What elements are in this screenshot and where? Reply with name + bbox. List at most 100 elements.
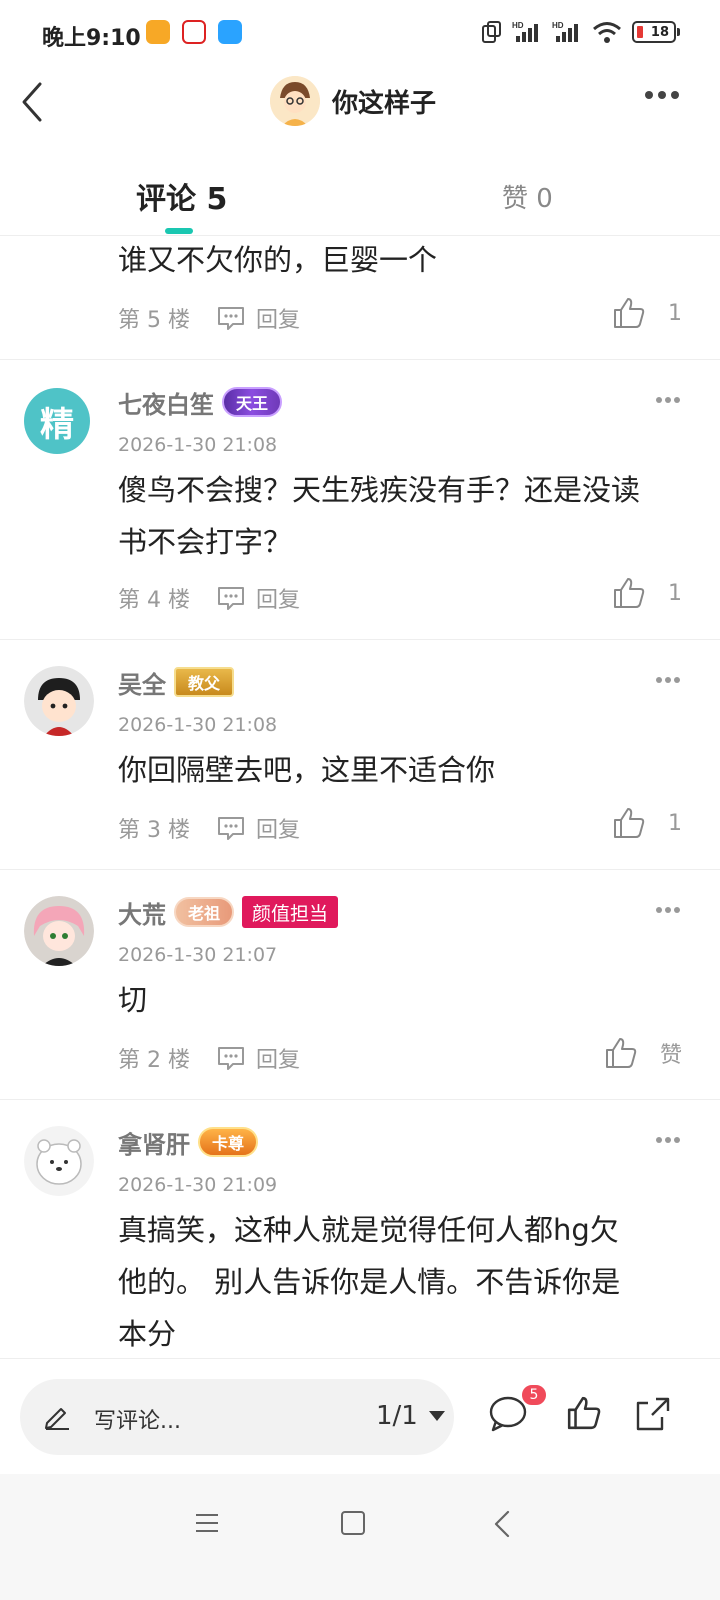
- avatar[interactable]: [24, 896, 94, 966]
- comment-time: 2026-1-30 21:08: [118, 434, 278, 456]
- avatar-text: 精: [40, 404, 74, 445]
- comment-toolbar: 写评论... 1/1 5: [0, 1358, 720, 1474]
- comment-more-icon[interactable]: [656, 1136, 680, 1144]
- comment-placeholder: 写评论...: [94, 1409, 181, 1434]
- comment-more-icon[interactable]: [656, 906, 680, 914]
- comment-text: 真搞笑，这种人就是觉得任何人都hg欠 他的。 别人告诉你是人情。不告诉你是 本分: [118, 1213, 621, 1351]
- comment-item: 谁又不欠你的，巨婴一个 第 5 楼 回复 1: [0, 236, 720, 360]
- game-app-icon: [182, 20, 206, 44]
- author-avatar[interactable]: [270, 76, 320, 126]
- rotate-icon: [482, 21, 501, 43]
- more-icon[interactable]: [644, 90, 680, 100]
- reply-icon: [217, 817, 244, 840]
- thumbs-up-icon[interactable]: [566, 1395, 602, 1431]
- signal-icon: HD: [552, 21, 578, 42]
- like-count: 1: [668, 300, 682, 326]
- reply-label: 回复: [255, 308, 300, 333]
- caret-down-icon: [428, 1411, 445, 1421]
- username[interactable]: 大荒: [118, 895, 166, 930]
- comment-item: 拿肾肝 卡尊 2026-1-30 21:09 真搞笑，这种人就是觉得任何人都hg…: [0, 1100, 720, 1358]
- comment-text: 切: [118, 983, 148, 1017]
- comment-footer: 第 5 楼 回复: [118, 302, 300, 334]
- tab-comments[interactable]: 评论 5: [136, 174, 227, 218]
- avatar[interactable]: [24, 666, 94, 736]
- comment-input[interactable]: 写评论... 1/1: [20, 1379, 454, 1455]
- reply-label: 回复: [255, 1048, 300, 1073]
- status-app-icons: [146, 20, 242, 44]
- avatar[interactable]: 精: [24, 388, 90, 454]
- like-button[interactable]: 1: [612, 576, 682, 610]
- comment-count-badge: 5: [520, 1383, 548, 1407]
- reply-label: 回复: [255, 588, 300, 613]
- username[interactable]: 拿肾肝: [118, 1125, 190, 1160]
- username[interactable]: 七夜白笙: [118, 385, 214, 420]
- level-badge: 卡尊: [198, 1127, 259, 1157]
- comment-list[interactable]: 谁又不欠你的，巨婴一个 第 5 楼 回复 1 精 七夜白笙 天王 2026-1-…: [0, 236, 720, 1358]
- thumbs-up-icon: [605, 1038, 637, 1068]
- like-button[interactable]: 赞: [604, 1036, 682, 1070]
- honor-tag: 颜值担当: [242, 896, 339, 928]
- status-time: 晚上9:10: [42, 26, 141, 51]
- battery-icon: 18: [632, 21, 680, 43]
- thumbs-up-icon: [614, 578, 645, 608]
- reply-icon: [217, 1047, 244, 1070]
- tab-indicator: [165, 228, 193, 234]
- comment-item: 吴全 教父 2026-1-30 21:08 你回隔壁去吧，这里不适合你 第 3 …: [0, 640, 720, 870]
- comment-time: 2026-1-30 21:09: [118, 1174, 278, 1196]
- system-nav-bar: [0, 1474, 720, 1600]
- comment-time: 2026-1-30 21:08: [118, 714, 278, 736]
- post-author[interactable]: 你这样子: [270, 76, 436, 126]
- reply-button[interactable]: 回复: [216, 812, 300, 844]
- reply-icon: [217, 587, 244, 610]
- battery-level: 18: [650, 24, 669, 40]
- like-button[interactable]: 1: [612, 806, 682, 840]
- floor-label: 第 2 楼: [118, 1048, 190, 1073]
- svg-text:HD: HD: [552, 21, 564, 30]
- reply-button[interactable]: 回复: [216, 1042, 300, 1074]
- share-icon[interactable]: [634, 1395, 672, 1433]
- menu-icon[interactable]: [194, 1510, 220, 1536]
- notes-app-icon: [146, 20, 170, 44]
- username[interactable]: 吴全: [118, 665, 166, 700]
- comment-footer: 第 2 楼 回复: [118, 1042, 300, 1074]
- comment-text: 谁又不欠你的，巨婴一个: [118, 243, 438, 277]
- comment-time: 2026-1-30 21:07: [118, 944, 278, 966]
- top-nav: 你这样子: [0, 66, 720, 138]
- tab-bar: 评论 5 赞 0: [0, 160, 720, 236]
- signal-icon: HD: [512, 21, 538, 42]
- comment-text: 傻鸟不会搜？天生残疾没有手？还是没读 书不会打字？: [118, 473, 641, 559]
- status-bar: 晚上9:10 HD HD 18: [0, 0, 720, 66]
- comment-footer: 第 4 楼 回复: [118, 582, 300, 614]
- comment-more-icon[interactable]: [656, 396, 680, 404]
- thumbs-up-icon: [614, 808, 645, 838]
- back-icon[interactable]: [492, 1510, 512, 1538]
- floor-label: 第 3 楼: [118, 818, 190, 843]
- avatar[interactable]: [24, 1126, 94, 1196]
- comment-footer: 第 3 楼 回复: [118, 812, 300, 844]
- comment-item: 大荒 老祖 颜值担当 2026-1-30 21:07 切 第 2 楼 回复 赞: [0, 870, 720, 1100]
- reply-button[interactable]: 回复: [216, 302, 300, 334]
- comment-item: 精 七夜白笙 天王 2026-1-30 21:08 傻鸟不会搜？天生残疾没有手？…: [0, 360, 720, 640]
- page-indicator: 1/1: [376, 1401, 418, 1431]
- floor-label: 第 4 楼: [118, 588, 190, 613]
- pen-icon: [45, 1408, 69, 1430]
- home-icon[interactable]: [340, 1510, 366, 1536]
- reply-button[interactable]: 回复: [216, 582, 300, 614]
- level-badge: 老祖: [174, 897, 235, 927]
- comment-text: 你回隔壁去吧，这里不适合你: [118, 753, 496, 787]
- back-arrow-icon[interactable]: [16, 80, 52, 124]
- level-badge: 教父: [174, 667, 235, 697]
- like-button[interactable]: 1: [612, 296, 682, 330]
- tab-likes[interactable]: 赞 0: [502, 178, 553, 215]
- comment-more-icon[interactable]: [656, 676, 680, 684]
- floor-label: 第 5 楼: [118, 308, 190, 333]
- level-badge: 天王: [222, 387, 283, 417]
- status-indicators: HD HD 18: [480, 20, 680, 44]
- like-label: 赞: [659, 1043, 682, 1068]
- reply-label: 回复: [255, 818, 300, 843]
- wifi-icon: [593, 22, 621, 43]
- page-title: 你这样子: [332, 88, 437, 119]
- browser-app-icon: [218, 20, 242, 44]
- page-selector[interactable]: 1/1: [376, 1401, 446, 1431]
- like-count: 1: [668, 810, 682, 836]
